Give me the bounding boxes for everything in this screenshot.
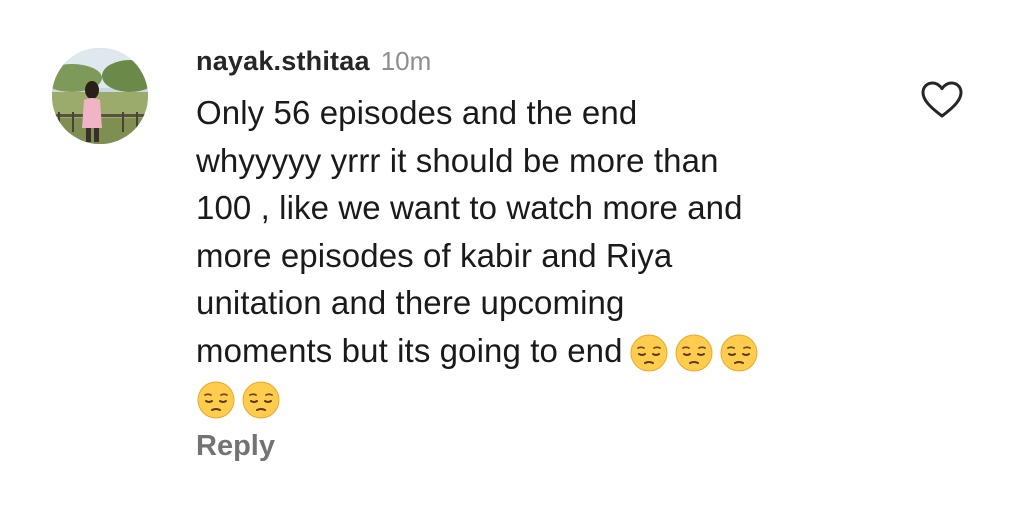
comment-line: 100 , like we want to watch more and bbox=[196, 189, 743, 226]
emoji-group bbox=[629, 333, 764, 373]
comment-line: whyyyyy yrrr it should be more than bbox=[196, 141, 719, 179]
heart-outline-icon[interactable] bbox=[920, 80, 964, 120]
comment-content: nayak.sthitaa 10m Only 56 episodes and t… bbox=[196, 46, 876, 422]
timestamp: 10m bbox=[380, 46, 432, 76]
comment-line-with-emoji: moments but its going to end bbox=[196, 327, 876, 375]
comment-line: Only 56 episodes and the end bbox=[196, 94, 638, 131]
username[interactable]: nayak.sthitaa bbox=[196, 46, 370, 77]
comment-line-emoji-only bbox=[196, 374, 876, 422]
comment-item: nayak.sthitaa 10m Only 56 episodes and t… bbox=[0, 0, 1024, 524]
avatar[interactable] bbox=[52, 48, 148, 144]
comment-line: unitation and there upcoming bbox=[196, 284, 625, 321]
pensive-face-emoji bbox=[241, 380, 281, 420]
pensive-face-emoji bbox=[629, 333, 669, 373]
comment-meta: nayak.sthitaa 10m bbox=[196, 46, 876, 86]
profile-photo bbox=[52, 48, 148, 144]
comment-text: Only 56 episodes and the end whyyyyy yrr… bbox=[196, 89, 876, 422]
pensive-face-emoji bbox=[674, 333, 714, 373]
comment-line: more episodes of kabir and Riya bbox=[196, 236, 673, 274]
emoji-group bbox=[196, 380, 286, 420]
comment-line: moments but its going to end bbox=[196, 331, 623, 369]
pensive-face-emoji bbox=[196, 380, 236, 420]
pensive-face-emoji bbox=[719, 333, 759, 373]
reply-button[interactable]: Reply bbox=[196, 430, 275, 463]
